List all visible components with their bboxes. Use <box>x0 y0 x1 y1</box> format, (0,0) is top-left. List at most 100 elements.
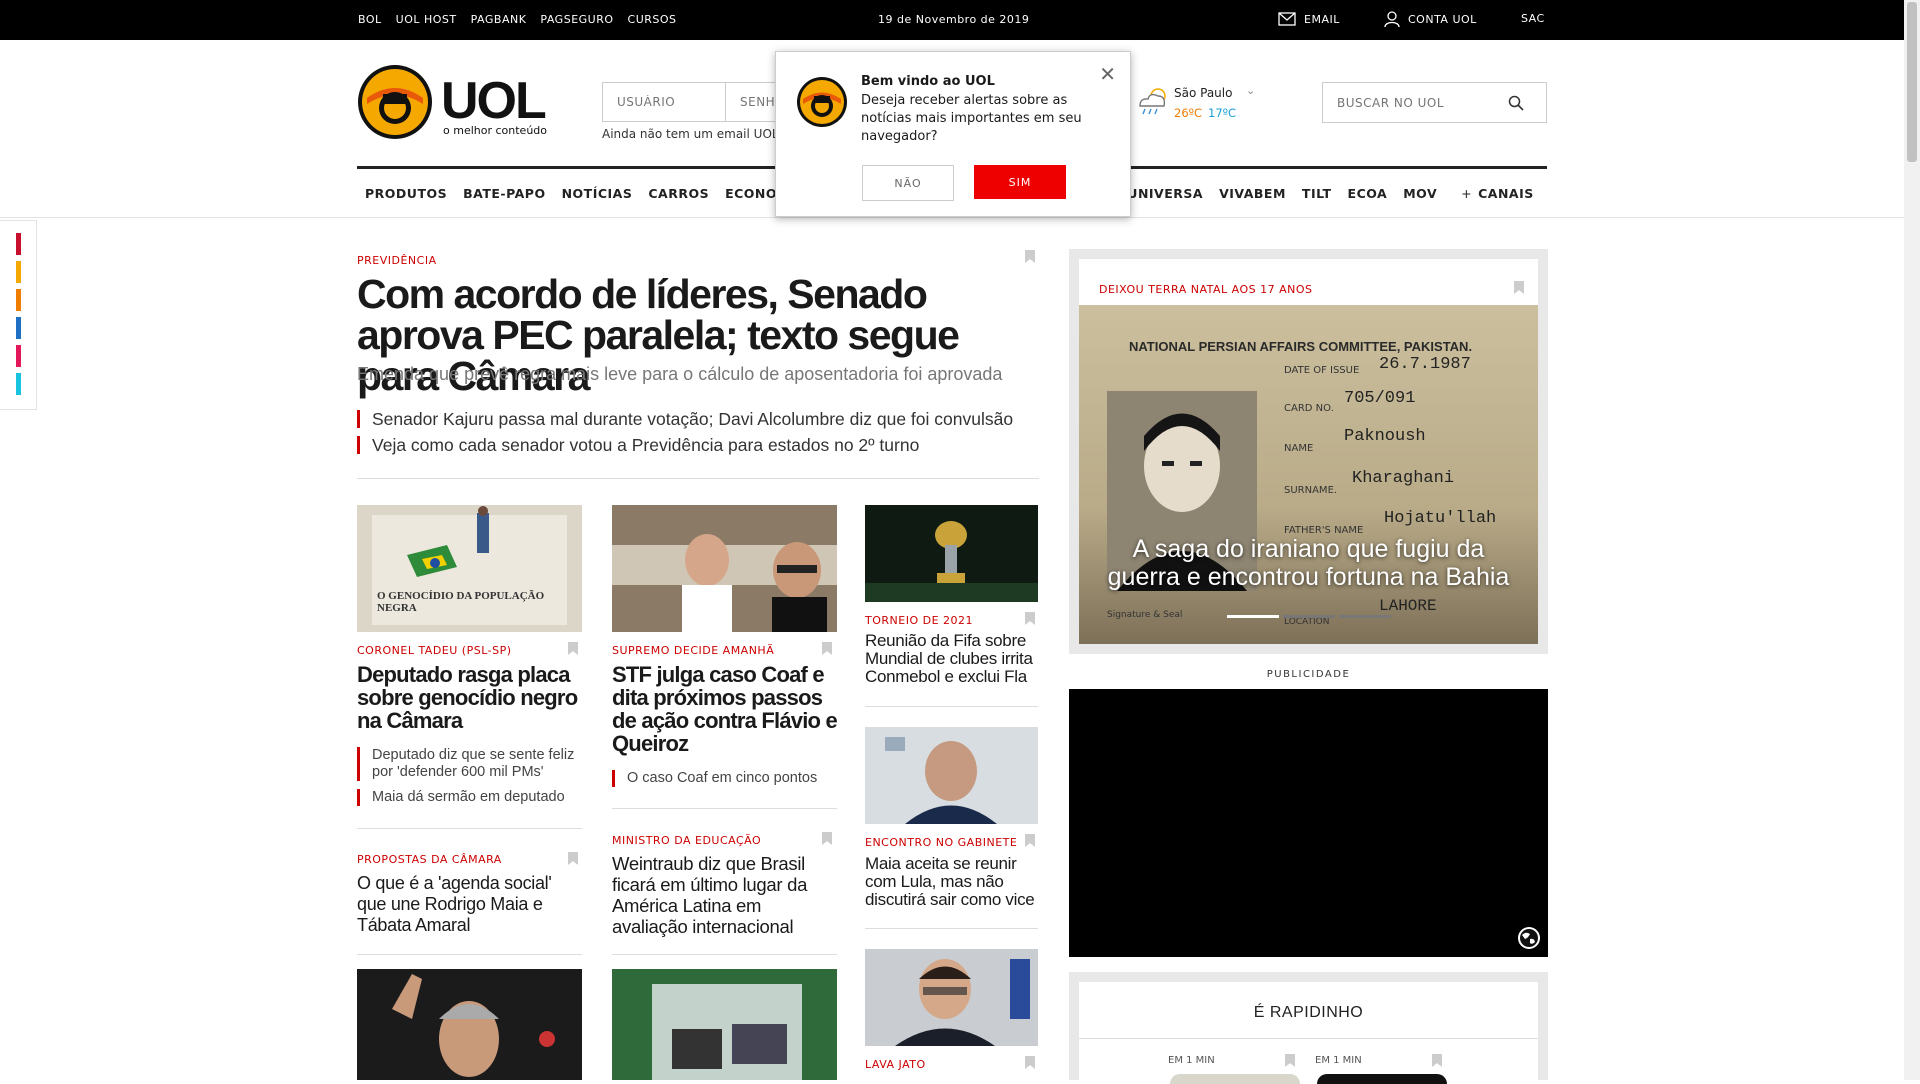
rain-cloud-icon <box>1139 88 1166 115</box>
bookmark-icon[interactable] <box>1432 1054 1442 1067</box>
doc-surname-label: SURNAME. <box>1284 485 1338 496</box>
card-kicker[interactable]: CORONEL TADEU (PSL-SP) <box>357 644 512 657</box>
bookmark-icon[interactable] <box>568 852 578 865</box>
nav-canais[interactable]: + CANAIS <box>1453 186 1542 201</box>
popup-yes-button[interactable]: SIM <box>974 165 1066 199</box>
channel-marker-6[interactable] <box>16 373 21 395</box>
channel-marker-4[interactable] <box>16 317 21 339</box>
channel-marker-5[interactable] <box>16 345 21 367</box>
card-title[interactable]: Weintraub diz que Brasil ficará em últim… <box>612 853 837 937</box>
card-image-bolsonaro[interactable] <box>357 969 582 1080</box>
channel-marker-3[interactable] <box>16 289 21 311</box>
card-image-placa[interactable]: O GENOCÍDIO DA POPULAÇÃO NEGRA <box>357 505 582 632</box>
card-title[interactable]: Maia aceita se reunir com Lula, mas não … <box>865 855 1040 909</box>
top-link-bol[interactable]: BOL <box>358 13 382 26</box>
ad-slot[interactable] <box>1069 689 1548 957</box>
nav-noticias[interactable]: NOTÍCIAS <box>554 186 641 201</box>
nav-canais-label: CANAIS <box>1478 186 1534 201</box>
card-kicker[interactable]: TORNEIO DE 2021 <box>865 614 973 627</box>
bookmark-icon[interactable] <box>1025 250 1035 263</box>
channel-marker-2[interactable] <box>16 261 21 283</box>
card-kicker[interactable]: MINISTRO DA EDUCAÇÃO <box>612 834 761 847</box>
feature-kicker: DEIXOU TERRA NATAL AOS 17 ANOS <box>1099 283 1313 296</box>
nav-ecoa[interactable]: ECOA <box>1340 186 1396 201</box>
logo-tagline: o melhor conteúdo <box>443 124 548 137</box>
doc-place: LAHORE <box>1379 597 1437 615</box>
chevron-down-icon[interactable]: ⌄ <box>1246 84 1255 97</box>
card-kicker[interactable]: ENCONTRO NO GABINETE <box>865 836 1017 849</box>
nav-tilt[interactable]: TILT <box>1294 186 1340 201</box>
bookmark-icon[interactable] <box>1025 612 1035 625</box>
main-subline[interactable]: Emenda que prevê regra mais leve para o … <box>357 364 1002 385</box>
divider <box>612 808 837 809</box>
divider <box>865 928 1038 929</box>
bookmark-icon[interactable] <box>822 642 832 655</box>
nav-carros[interactable]: CARROS <box>640 186 717 201</box>
nav-universa[interactable]: UNIVERSA <box>1119 186 1211 201</box>
carousel-dot[interactable] <box>1339 615 1391 618</box>
bookmark-icon[interactable] <box>822 832 832 845</box>
card-related-2[interactable]: Maia dá sermão em deputado <box>357 789 582 806</box>
main-kicker[interactable]: PREVIDÊNCIA <box>357 254 437 267</box>
bookmark-icon[interactable] <box>1514 281 1524 294</box>
bookmark-icon[interactable] <box>1285 1054 1295 1067</box>
card-image-dallagnol[interactable] <box>865 949 1038 1046</box>
rapidinho-time-1[interactable]: EM 1 MIN <box>1168 1055 1215 1066</box>
top-link-pagbank[interactable]: PAGBANK <box>471 13 527 26</box>
page-scrollbar[interactable] <box>1904 0 1920 1080</box>
card-related-1[interactable]: Deputado diz que se sente feliz por 'def… <box>357 747 582 781</box>
bookmark-icon[interactable] <box>1025 834 1035 847</box>
card-kicker[interactable]: SUPREMO DECIDE AMANHÃ <box>612 644 774 657</box>
doc-signature-label: Signature & Seal <box>1107 610 1183 620</box>
email-link[interactable]: EMAIL <box>1278 12 1340 26</box>
card-image-trophy[interactable] <box>865 505 1038 602</box>
popup-no-button[interactable]: NÃO <box>862 165 954 201</box>
nav-vivabem[interactable]: VIVABEM <box>1211 186 1294 201</box>
sac-link[interactable]: SAC <box>1521 12 1545 25</box>
top-link-cursos[interactable]: CURSOS <box>628 13 677 26</box>
card-kicker[interactable]: LAVA JATO <box>865 1058 926 1071</box>
rapidinho-thumb-1[interactable] <box>1170 1074 1300 1084</box>
signup-hint[interactable]: Ainda não tem um email UOL <box>602 127 779 141</box>
card-title[interactable]: STF julga caso Coaf e dita próximos pass… <box>612 663 842 755</box>
card-image-var[interactable] <box>612 969 837 1080</box>
divider <box>865 706 1038 707</box>
uol-logo[interactable]: UOL o melhor conteúdo <box>357 64 557 144</box>
carousel-dot[interactable] <box>1283 615 1335 618</box>
ad-globe-icon[interactable] <box>1516 925 1542 951</box>
card-kicker[interactable]: PROPOSTAS DA CÂMARA <box>357 853 502 866</box>
account-link[interactable]: CONTA UOL <box>1384 11 1477 27</box>
divider <box>612 954 837 955</box>
feature-card[interactable]: DEIXOU TERRA NATAL AOS 17 ANOS NATIONAL … <box>1079 259 1538 644</box>
trophy-photo <box>865 505 1038 602</box>
bookmark-icon[interactable] <box>568 642 578 655</box>
popup-text: Deseja receber alertas sobre as notícias… <box>861 93 1082 144</box>
doc-date: 26.7.1987 <box>1379 355 1471 374</box>
username-input[interactable] <box>602 82 726 122</box>
nav-mov[interactable]: MOV <box>1395 186 1445 201</box>
rapidinho-thumb-2[interactable] <box>1317 1074 1447 1084</box>
nav-bate-papo[interactable]: BATE-PAPO <box>455 186 553 201</box>
top-link-uolhost[interactable]: UOL HOST <box>396 13 457 26</box>
nav-produtos[interactable]: PRODUTOS <box>357 186 455 201</box>
card-title[interactable]: O que é a 'agenda social' que une Rodrig… <box>357 873 582 936</box>
related-link-2[interactable]: Veja como cada senador votou a Previdênc… <box>357 436 919 454</box>
top-link-pagseguro[interactable]: PAGSEGURO <box>540 13 613 26</box>
rapidinho-time-2[interactable]: EM 1 MIN <box>1315 1055 1362 1066</box>
channel-marker-1[interactable] <box>16 233 21 255</box>
card-image-maia[interactable] <box>865 727 1038 824</box>
feature-title[interactable]: A saga do iraniano que fugiu da guerra e… <box>1079 535 1538 591</box>
related-link-1[interactable]: Senador Kajuru passa mal durante votação… <box>357 410 1013 428</box>
rapidinho-title: É RAPIDINHO <box>1253 1004 1364 1021</box>
card-title[interactable]: Reunião da Fifa sobre Mundial de clubes … <box>865 632 1040 686</box>
search-icon[interactable] <box>1508 95 1524 111</box>
search-input[interactable] <box>1323 83 1503 122</box>
scrollbar-thumb[interactable] <box>1907 2 1917 162</box>
divider <box>357 828 582 829</box>
close-icon[interactable]: ✕ <box>1099 62 1116 86</box>
card-image-flavio[interactable] <box>612 505 837 632</box>
carousel-dot[interactable] <box>1227 615 1279 618</box>
card-title[interactable]: Deputado rasga placa sobre genocídio neg… <box>357 663 582 732</box>
card-related-1[interactable]: O caso Coaf em cinco pontos <box>612 770 837 787</box>
bookmark-icon[interactable] <box>1025 1056 1035 1069</box>
